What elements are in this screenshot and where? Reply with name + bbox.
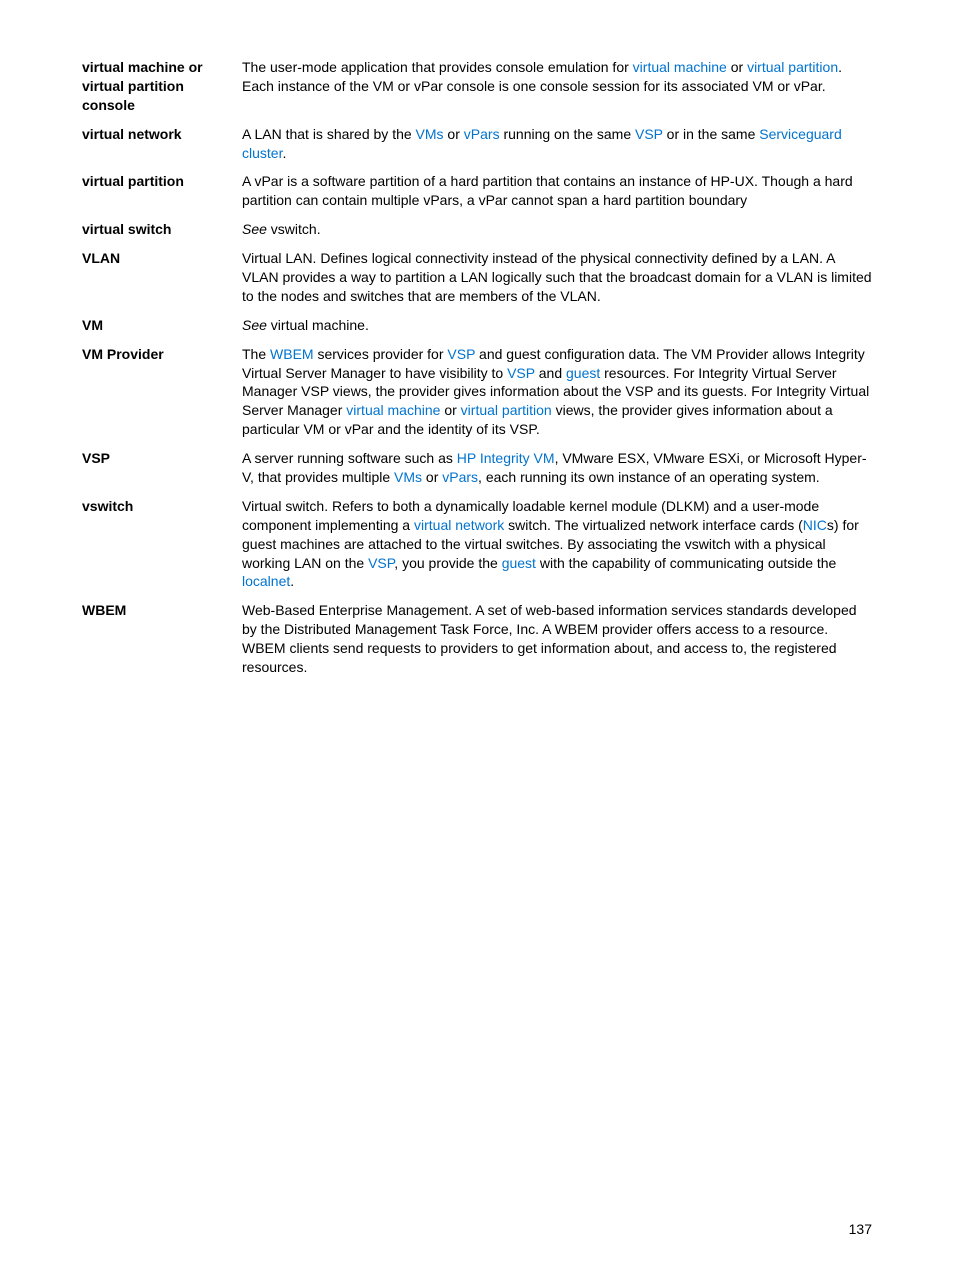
glossary-entry: VM ProviderThe WBEM services provider fo… — [82, 343, 872, 447]
glossary-definition: See vswitch. — [242, 218, 872, 247]
glossary-definition: See virtual machine. — [242, 314, 872, 343]
glossary-term: virtual switch — [82, 218, 242, 247]
glossary-entry: VMSee virtual machine. — [82, 314, 872, 343]
glossary-text: Virtual LAN. Defines logical connectivit… — [242, 250, 872, 304]
glossary-term: virtual machine or virtual partition con… — [82, 56, 242, 123]
glossary-link[interactable]: localnet — [242, 573, 290, 589]
glossary-term: vswitch — [82, 495, 242, 599]
glossary-text: or — [422, 469, 442, 485]
glossary-link[interactable]: vPars — [464, 126, 500, 142]
glossary-link[interactable]: virtual partition — [747, 59, 838, 75]
glossary-see: See — [242, 221, 267, 237]
glossary-text: or — [444, 402, 460, 418]
glossary-term: VLAN — [82, 247, 242, 314]
glossary-definition: A vPar is a software partition of a hard… — [242, 170, 872, 218]
glossary-text: , each running its own instance of an op… — [478, 469, 820, 485]
glossary-link[interactable]: virtual machine — [346, 402, 444, 418]
glossary-text: or — [444, 126, 464, 142]
glossary-entry: vswitchVirtual switch. Refers to both a … — [82, 495, 872, 599]
glossary-definition: Virtual switch. Refers to both a dynamic… — [242, 495, 872, 599]
glossary-see: See — [242, 317, 267, 333]
page-number: 137 — [849, 1221, 872, 1237]
glossary-text: vswitch. — [267, 221, 321, 237]
glossary-definition: The user-mode application that provides … — [242, 56, 872, 123]
glossary-text: A LAN that is shared by the — [242, 126, 416, 142]
glossary-text: The user-mode application that provides … — [242, 59, 633, 75]
glossary-link[interactable]: VSP — [447, 346, 475, 362]
glossary-term: VSP — [82, 447, 242, 495]
glossary-text: running on the same — [500, 126, 635, 142]
glossary-link[interactable]: guest — [502, 555, 536, 571]
glossary-text: or in the same — [663, 126, 760, 142]
glossary-link[interactable]: guest — [566, 365, 600, 381]
glossary-term: VM — [82, 314, 242, 343]
glossary-text: and — [535, 365, 566, 381]
glossary-entry: virtual networkA LAN that is shared by t… — [82, 123, 872, 171]
glossary-definition: A server running software such as HP Int… — [242, 447, 872, 495]
glossary-text: The — [242, 346, 270, 362]
glossary-entry: virtual machine or virtual partition con… — [82, 56, 872, 123]
glossary-text: switch. The virtualized network interfac… — [504, 517, 803, 533]
glossary-link[interactable]: virtual machine — [633, 59, 727, 75]
glossary-link[interactable]: HP Integrity VM — [457, 450, 555, 466]
glossary-definition: Web-Based Enterprise Management. A set o… — [242, 599, 872, 685]
glossary-entry: virtual switchSee vswitch. — [82, 218, 872, 247]
glossary-text: services provider for — [314, 346, 448, 362]
glossary-definition: Virtual LAN. Defines logical connectivit… — [242, 247, 872, 314]
glossary-link[interactable]: VSP — [507, 365, 535, 381]
glossary-text: , you provide the — [394, 555, 501, 571]
glossary-text: virtual machine. — [267, 317, 369, 333]
glossary-link[interactable]: VMs — [416, 126, 444, 142]
glossary-link[interactable]: virtual partition — [461, 402, 552, 418]
glossary-text: or — [727, 59, 747, 75]
glossary-definition: A LAN that is shared by the VMs or vPars… — [242, 123, 872, 171]
glossary-link[interactable]: vPars — [442, 469, 478, 485]
glossary-text: A server running software such as — [242, 450, 457, 466]
glossary-link[interactable]: virtual network — [414, 517, 504, 533]
document-page: virtual machine or virtual partition con… — [0, 0, 954, 1271]
glossary-list: virtual machine or virtual partition con… — [82, 56, 872, 685]
glossary-term: virtual partition — [82, 170, 242, 218]
glossary-text: A vPar is a software partition of a hard… — [242, 173, 853, 208]
glossary-entry: VSPA server running software such as HP … — [82, 447, 872, 495]
glossary-term: virtual network — [82, 123, 242, 171]
glossary-definition: The WBEM services provider for VSP and g… — [242, 343, 872, 447]
glossary-text: . — [290, 573, 294, 589]
glossary-text: . — [282, 145, 286, 161]
glossary-link[interactable]: VSP — [368, 555, 394, 571]
glossary-link[interactable]: WBEM — [270, 346, 314, 362]
glossary-link[interactable]: VMs — [394, 469, 422, 485]
glossary-link[interactable]: VSP — [635, 126, 663, 142]
glossary-link[interactable]: NIC — [803, 517, 827, 533]
glossary-term: VM Provider — [82, 343, 242, 447]
glossary-text: with the capability of communicating out… — [536, 555, 836, 571]
glossary-entry: VLANVirtual LAN. Defines logical connect… — [82, 247, 872, 314]
glossary-entry: virtual partitionA vPar is a software pa… — [82, 170, 872, 218]
glossary-term: WBEM — [82, 599, 242, 685]
glossary-entry: WBEMWeb-Based Enterprise Management. A s… — [82, 599, 872, 685]
glossary-text: Web-Based Enterprise Management. A set o… — [242, 602, 857, 675]
